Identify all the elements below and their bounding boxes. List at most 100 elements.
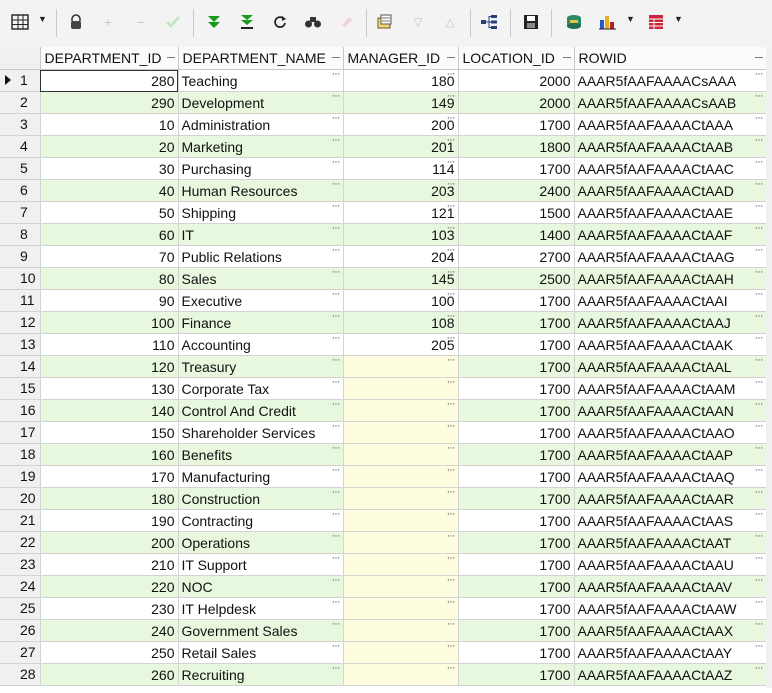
export-icon[interactable] xyxy=(564,12,584,32)
row-number[interactable]: 19 xyxy=(0,465,41,488)
cell-rowid[interactable]: AAAR5fAAFAAAACtAAF ··· xyxy=(574,223,767,246)
lock-icon[interactable] xyxy=(66,12,86,32)
ellipsis-icon[interactable]: ··· xyxy=(447,334,456,345)
row-number[interactable]: 4 xyxy=(0,135,41,158)
cell-location-id[interactable]: 1700 xyxy=(458,597,575,620)
cell-rowid[interactable]: AAAR5fAAFAAAACtAAZ ··· xyxy=(574,663,767,686)
cell-rowid[interactable]: AAAR5fAAFAAAACtAAL ··· xyxy=(574,355,767,378)
cell-department-name[interactable]: Public Relations ··· xyxy=(178,245,344,268)
ellipsis-icon[interactable]: ··· xyxy=(447,92,456,103)
cell-rowid[interactable]: AAAR5fAAFAAAACtAAD ··· xyxy=(574,179,767,202)
ellipsis-icon[interactable]: ··· xyxy=(447,114,456,125)
ellipsis-icon[interactable]: ··· xyxy=(755,268,764,279)
row-number[interactable]: 21 xyxy=(0,509,41,532)
cell-location-id[interactable]: 1700 xyxy=(458,113,575,136)
cell-department-name[interactable]: Shipping ··· xyxy=(178,201,344,224)
table-row[interactable]: 4 20 Marketing ··· 201 ··· 1800 AAAR5fAAFAAAACt… xyxy=(0,135,767,158)
cell-department-id[interactable]: 180 xyxy=(40,487,179,510)
cell-department-name[interactable]: Treasury ··· xyxy=(178,355,344,378)
ellipsis-icon[interactable]: ··· xyxy=(755,136,764,147)
cell-manager-id[interactable]: 205 ··· xyxy=(343,333,459,356)
ellipsis-icon[interactable]: ··· xyxy=(755,576,764,587)
save-icon[interactable] xyxy=(521,12,541,32)
ellipsis-icon[interactable]: ··· xyxy=(447,180,456,191)
cell-location-id[interactable]: 1700 xyxy=(458,377,575,400)
ellipsis-icon[interactable]: ··· xyxy=(755,202,764,213)
ellipsis-icon[interactable]: ··· xyxy=(755,466,764,477)
row-number[interactable]: 7 xyxy=(0,201,41,224)
cell-location-id[interactable]: 1700 xyxy=(458,641,575,664)
row-number[interactable]: 10 xyxy=(0,267,41,290)
row-number[interactable]: 24 xyxy=(0,575,41,598)
cell-department-id[interactable]: 250 xyxy=(40,641,179,664)
cell-department-id[interactable]: 110 xyxy=(40,333,179,356)
ellipsis-icon[interactable]: ··· xyxy=(447,598,456,609)
table-row[interactable]: 23 210 IT Support ··· ··· 1700 AAAR5fAAFAAAACt… xyxy=(0,553,767,576)
cell-manager-id[interactable]: 200 ··· xyxy=(343,113,459,136)
fetch-next-icon[interactable] xyxy=(204,12,224,32)
cell-rowid[interactable]: AAAR5fAAFAAAACtAAB ··· xyxy=(574,135,767,158)
cell-manager-id[interactable]: ··· xyxy=(343,487,459,510)
table-row[interactable]: 2 290 Development ··· 149 ··· 2000 AAAR5fAAFAAA… xyxy=(0,91,767,114)
row-number[interactable]: 17 xyxy=(0,421,41,444)
row-number[interactable]: 5 xyxy=(0,157,41,180)
row-number[interactable]: 8 xyxy=(0,223,41,246)
cell-rowid[interactable]: AAAR5fAAFAAAACtAAT ··· xyxy=(574,531,767,554)
ellipsis-icon[interactable]: ··· xyxy=(332,642,341,653)
ellipsis-icon[interactable]: ··· xyxy=(447,576,456,587)
cell-location-id[interactable]: 1700 xyxy=(458,663,575,686)
table-row[interactable]: 20 180 Construction ··· ··· 1700 AAAR5fAAFAAAA… xyxy=(0,487,767,510)
table-row[interactable]: 5 30 Purchasing ··· 114 ··· 1700 AAAR5fAAFAAAAC… xyxy=(0,157,767,180)
ellipsis-icon[interactable]: ··· xyxy=(447,136,456,147)
cell-manager-id[interactable]: 108 ··· xyxy=(343,311,459,334)
ellipsis-icon[interactable]: ··· xyxy=(755,422,764,433)
ellipsis-icon[interactable]: ··· xyxy=(332,488,341,499)
cell-rowid[interactable]: AAAR5fAAFAAAACtAAU ··· xyxy=(574,553,767,576)
cell-department-id[interactable]: 90 xyxy=(40,289,179,312)
cell-location-id[interactable]: 1700 xyxy=(458,531,575,554)
table-row[interactable]: 7 50 Shipping ··· 121 ··· 1500 AAAR5fAAFAAAACtA… xyxy=(0,201,767,224)
table-row[interactable]: 8 60 IT ··· 103 ··· 1400 AAAR5fAAFAAAACtAAF ··· xyxy=(0,223,767,246)
cell-location-id[interactable]: 1700 xyxy=(458,157,575,180)
cell-department-id[interactable]: 150 xyxy=(40,421,179,444)
cell-department-name[interactable]: Accounting ··· xyxy=(178,333,344,356)
table-row[interactable]: 25 230 IT Helpdesk ··· ··· 1700 AAAR5fAAFAAAAC… xyxy=(0,597,767,620)
cell-manager-id[interactable]: ··· xyxy=(343,597,459,620)
cell-manager-id[interactable]: ··· xyxy=(343,509,459,532)
cell-manager-id[interactable]: 100 ··· xyxy=(343,289,459,312)
row-number[interactable]: 20 xyxy=(0,487,41,510)
ellipsis-icon[interactable]: ··· xyxy=(755,444,764,455)
ellipsis-icon[interactable]: ··· xyxy=(332,378,341,389)
ellipsis-icon[interactable]: ··· xyxy=(332,224,341,235)
column-header-department-name[interactable]: DEPARTMENT_NAME xyxy=(178,47,344,70)
ellipsis-icon[interactable]: ··· xyxy=(755,92,764,103)
cell-department-id[interactable]: 260 xyxy=(40,663,179,686)
cell-department-id[interactable]: 80 xyxy=(40,267,179,290)
ellipsis-icon[interactable]: ··· xyxy=(332,180,341,191)
column-header-department-id[interactable]: DEPARTMENT_ID xyxy=(40,47,179,70)
cell-rowid[interactable]: AAAR5fAAFAAAACtAAR ··· xyxy=(574,487,767,510)
row-number[interactable]: 26 xyxy=(0,619,41,642)
row-number[interactable]: 2 xyxy=(0,91,41,114)
cell-rowid[interactable]: AAAR5fAAFAAAACtAAV ··· xyxy=(574,575,767,598)
table-row[interactable]: 12 100 Finance ··· 108 ··· 1700 AAAR5fAAFAAAACt… xyxy=(0,311,767,334)
cell-rowid[interactable]: AAAR5fAAFAAAACtAAM ··· xyxy=(574,377,767,400)
cell-manager-id[interactable]: 180 ··· xyxy=(343,69,459,92)
cell-department-id[interactable]: 290 xyxy=(40,91,179,114)
cell-location-id[interactable]: 1800 xyxy=(458,135,575,158)
ellipsis-icon[interactable]: ··· xyxy=(755,312,764,323)
ellipsis-icon[interactable]: ··· xyxy=(332,510,341,521)
ellipsis-icon[interactable]: ··· xyxy=(755,224,764,235)
query-by-example-icon[interactable] xyxy=(375,12,395,32)
find-icon[interactable] xyxy=(303,12,323,32)
cell-manager-id[interactable]: 204 ··· xyxy=(343,245,459,268)
cell-manager-id[interactable]: 103 ··· xyxy=(343,223,459,246)
cell-manager-id[interactable]: 145 ··· xyxy=(343,267,459,290)
ellipsis-icon[interactable]: ··· xyxy=(447,488,456,499)
row-number[interactable]: 25 xyxy=(0,597,41,620)
cell-location-id[interactable]: 1700 xyxy=(458,575,575,598)
table-row[interactable]: 16 140 Control And Credit ··· ··· 1700 AAAR5fA… xyxy=(0,399,767,422)
cell-department-id[interactable]: 50 xyxy=(40,201,179,224)
cell-department-id[interactable]: 240 xyxy=(40,619,179,642)
grid-menu-icon[interactable] xyxy=(10,12,30,32)
